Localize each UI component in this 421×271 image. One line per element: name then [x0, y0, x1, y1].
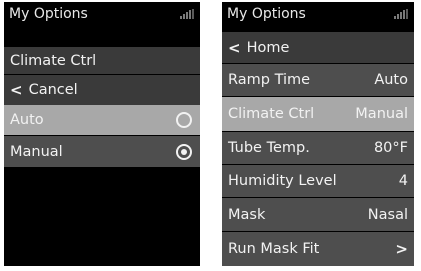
menu-item-label: Mask: [228, 206, 266, 223]
chevron-left-icon: <: [228, 38, 241, 57]
radio-selected-icon: [176, 143, 192, 160]
menu-item-label: Climate Ctrl: [228, 106, 315, 122]
menu-item-value: Auto: [374, 72, 408, 88]
cancel-button[interactable]: < Cancel: [4, 75, 200, 105]
screen-title: My Options: [9, 6, 88, 22]
menu-item-value: Nasal: [367, 206, 408, 223]
menu-item-value: 4: [398, 173, 408, 189]
menu-item-ramp-time[interactable]: Ramp Time Auto: [222, 64, 414, 96]
menu-item-run-mask-fit[interactable]: Run Mask Fit >: [222, 232, 414, 266]
title-bar: My Options: [222, 2, 414, 26]
cancel-label: Cancel: [28, 82, 78, 98]
menu-item-value: Manual: [355, 106, 408, 122]
title-bar: My Options: [4, 2, 200, 26]
option-label: Manual: [10, 143, 63, 160]
section-header: Climate Ctrl: [4, 47, 200, 74]
chevron-right-icon: >: [395, 240, 408, 258]
menu-item-label: Humidity Level: [228, 173, 337, 189]
signal-strength-icon: [180, 9, 194, 19]
home-button[interactable]: < Home: [222, 32, 414, 63]
option-label: Auto: [10, 112, 44, 128]
menu-item-tube-temp[interactable]: Tube Temp. 80°F: [222, 132, 414, 164]
signal-strength-icon: [394, 9, 408, 19]
climate-ctrl-options-screen: My Options Climate Ctrl < Cancel Auto Ma…: [4, 2, 200, 266]
option-manual[interactable]: Manual: [4, 136, 200, 167]
screen-title: My Options: [227, 6, 306, 22]
menu-item-humidity-level[interactable]: Humidity Level 4: [222, 165, 414, 197]
section-title: Climate Ctrl: [10, 52, 97, 69]
menu-item-label: Run Mask Fit: [228, 241, 320, 257]
menu-item-label: Tube Temp.: [228, 140, 310, 156]
menu-item-mask[interactable]: Mask Nasal: [222, 198, 414, 231]
option-auto[interactable]: Auto: [4, 105, 200, 135]
home-label: Home: [246, 39, 290, 56]
menu-item-label: Ramp Time: [228, 72, 311, 88]
menu-item-value: 80°F: [373, 140, 408, 156]
chevron-left-icon: <: [10, 81, 23, 99]
my-options-menu-screen: My Options < Home Ramp Time Auto Climate…: [222, 2, 414, 266]
menu-item-climate-ctrl[interactable]: Climate Ctrl Manual: [222, 97, 414, 131]
radio-unselected-icon: [176, 112, 192, 128]
